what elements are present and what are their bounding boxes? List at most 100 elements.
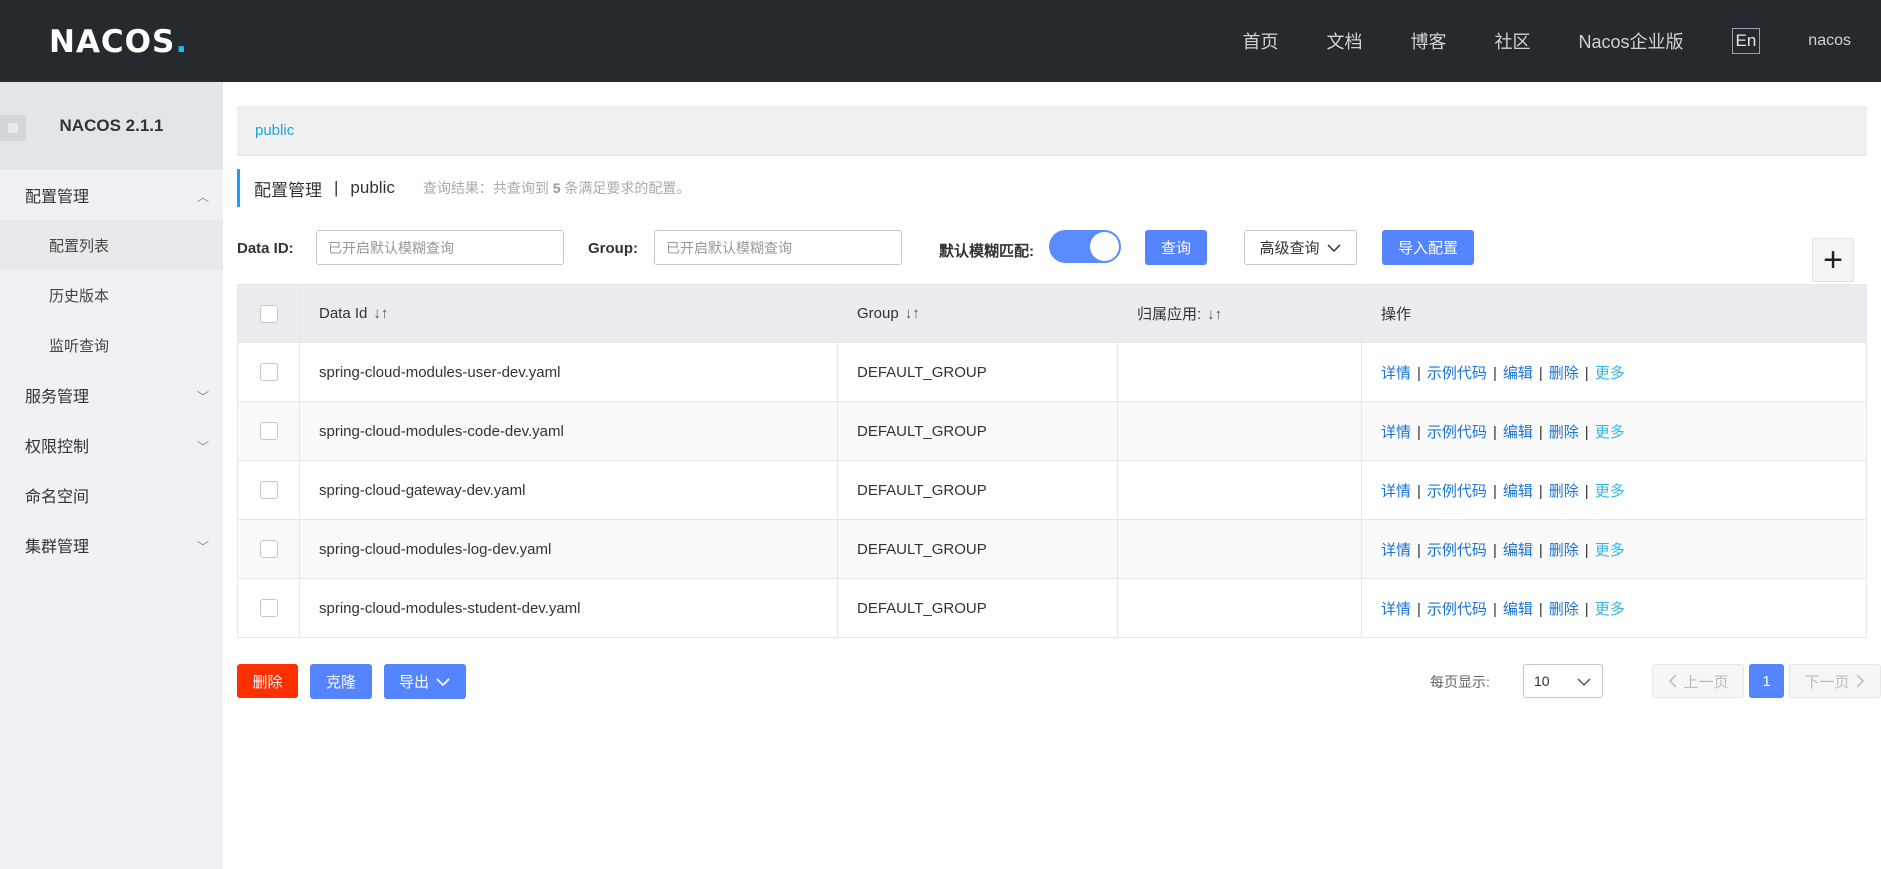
sample-code-link[interactable]: 示例代码 (1427, 601, 1487, 618)
column-header-group[interactable]: Group ↓↑ (837, 284, 1118, 343)
delete-link[interactable]: 删除 (1549, 365, 1579, 382)
dataid-search-input[interactable]: 已开启默认模糊查询 (316, 230, 564, 265)
sidebar-group-service[interactable]: 服务管理 ﹀ (0, 370, 223, 420)
sort-icon[interactable]: ↓↑ (905, 305, 920, 322)
row-checkbox[interactable] (259, 481, 278, 500)
delete-link[interactable]: 删除 (1549, 601, 1579, 618)
edit-link[interactable]: 编辑 (1503, 424, 1533, 441)
column-header-dataid[interactable]: Data Id ↓↑ (299, 284, 838, 343)
nav-blog[interactable]: 博客 (1410, 28, 1446, 54)
more-link[interactable]: 更多 (1595, 542, 1625, 559)
detail-link[interactable]: 详情 (1381, 601, 1411, 618)
group-search-input[interactable]: 已开启默认模糊查询 (654, 230, 902, 265)
search-button[interactable]: 查询 (1145, 230, 1207, 265)
sidebar-group-cluster[interactable]: 集群管理 ﹀ (0, 520, 223, 570)
advanced-query-label: 高级查询 (1259, 240, 1320, 257)
row-checkbox[interactable] (259, 363, 278, 382)
column-header-app[interactable]: 归属应用: ↓↑ (1117, 284, 1362, 343)
detail-link[interactable]: 详情 (1381, 483, 1411, 500)
column-header-ops: 操作 (1361, 284, 1867, 343)
delete-link[interactable]: 删除 (1549, 424, 1579, 441)
sidebar-item-listener[interactable]: 监听查询 (0, 320, 223, 370)
sample-code-link[interactable]: 示例代码 (1427, 542, 1487, 559)
export-button[interactable]: 导出 (384, 664, 466, 699)
user-name[interactable]: nacos (1808, 32, 1851, 50)
result-prefix: 查询结果：共查询到 (422, 180, 549, 196)
cell-ops: 详情 | 示例代码 | 编辑 | 删除 | 更多 (1361, 342, 1867, 402)
namespace-bar: public (237, 106, 1867, 156)
sidebar-group-auth[interactable]: 权限控制 ﹀ (0, 420, 223, 470)
detail-link[interactable]: 详情 (1381, 365, 1411, 382)
group-label: Group: (588, 240, 638, 257)
sample-code-link[interactable]: 示例代码 (1427, 483, 1487, 500)
nav-docs[interactable]: 文档 (1326, 28, 1362, 54)
chevron-up-icon: ︿ (196, 190, 209, 204)
chevron-down-icon (1577, 678, 1591, 687)
ops-separator: | (1417, 482, 1421, 500)
cell-dataid: spring-cloud-modules-student-dev.yaml (299, 578, 838, 638)
detail-link[interactable]: 详情 (1381, 542, 1411, 559)
more-link[interactable]: 更多 (1595, 365, 1625, 382)
bottom-actions: 删除 克隆 导出 每页显示: 10 上一页 1 下一页 (237, 664, 1881, 699)
row-checkbox[interactable] (259, 422, 278, 441)
edit-link[interactable]: 编辑 (1503, 483, 1533, 500)
sidebar-group-config[interactable]: 配置管理 ︿ (0, 170, 223, 220)
table-row: spring-cloud-modules-log-dev.yaml DEFAULT… (237, 519, 1867, 579)
edit-link[interactable]: 编辑 (1503, 542, 1533, 559)
advanced-query-button[interactable]: 高级查询 (1244, 230, 1357, 265)
page-heading: 配置管理 | public 查询结果：共查询到 5 条满足要求的配置。 (237, 169, 690, 207)
select-all-checkbox[interactable] (259, 304, 278, 323)
next-page-label: 下一页 (1804, 673, 1850, 691)
edit-link[interactable]: 编辑 (1503, 365, 1533, 382)
next-page-button[interactable]: 下一页 (1789, 664, 1881, 698)
ops-separator: | (1538, 423, 1543, 441)
nav-community[interactable]: 社区 (1494, 28, 1530, 54)
sort-icon[interactable]: ↓↑ (373, 305, 388, 322)
delete-link[interactable]: 删除 (1549, 483, 1579, 500)
column-label: Group (857, 305, 899, 322)
row-select-cell (237, 460, 300, 520)
result-suffix: 条满足要求的配置。 (564, 180, 691, 196)
sample-code-link[interactable]: 示例代码 (1427, 365, 1487, 382)
more-link[interactable]: 更多 (1595, 483, 1625, 500)
cell-dataid: spring-cloud-modules-log-dev.yaml (299, 519, 838, 579)
import-config-button[interactable]: 导入配置 (1382, 230, 1474, 265)
ops-separator: | (1584, 423, 1589, 441)
query-result-text: 查询结果：共查询到 5 条满足要求的配置。 (423, 178, 691, 198)
more-link[interactable]: 更多 (1595, 601, 1625, 618)
delete-link[interactable]: 删除 (1549, 542, 1579, 559)
fuzzy-match-label: 默认模糊匹配: (939, 243, 1034, 260)
page-1-button[interactable]: 1 (1749, 664, 1784, 698)
sample-code-link[interactable]: 示例代码 (1427, 424, 1487, 441)
main-content: public 配置管理 | public 查询结果：共查询到 5 条满足要求的配… (223, 82, 1881, 869)
cell-ops: 详情 | 示例代码 | 编辑 | 删除 | 更多 (1361, 519, 1867, 579)
sort-icon[interactable]: ↓↑ (1207, 306, 1222, 323)
clone-button[interactable]: 克隆 (310, 664, 372, 699)
nav-enterprise[interactable]: Nacos企业版 (1578, 28, 1683, 54)
row-select-cell (237, 519, 300, 579)
detail-link[interactable]: 详情 (1381, 424, 1411, 441)
batch-delete-button[interactable]: 删除 (237, 664, 298, 698)
nav-home[interactable]: 首页 (1242, 28, 1278, 54)
more-link[interactable]: 更多 (1595, 424, 1625, 441)
add-config-button[interactable]: + (1812, 238, 1854, 282)
sidebar-item-namespace[interactable]: 命名空间 (0, 470, 223, 520)
pagesize-select[interactable]: 10 (1523, 664, 1603, 698)
cell-group: DEFAULT_GROUP (837, 578, 1118, 638)
row-checkbox[interactable] (259, 599, 278, 618)
nacos-logo[interactable]: NACOS. (49, 24, 188, 60)
row-checkbox[interactable] (259, 540, 278, 559)
prev-page-button[interactable]: 上一页 (1652, 664, 1744, 698)
ops-separator: | (1417, 541, 1421, 559)
dataid-label: Data ID: (237, 240, 294, 257)
namespace-link[interactable]: public (255, 122, 294, 139)
edit-link[interactable]: 编辑 (1503, 601, 1533, 618)
sidebar-group-label: 权限控制 (25, 439, 90, 456)
language-toggle-button[interactable]: En (1731, 28, 1761, 54)
sidebar-item-config-list[interactable]: 配置列表 (0, 220, 223, 270)
sidebar-item-history[interactable]: 历史版本 (0, 270, 223, 320)
fuzzy-match-toggle[interactable] (1049, 230, 1121, 263)
chevron-left-icon (1669, 674, 1678, 688)
cell-dataid: spring-cloud-modules-user-dev.yaml (299, 342, 838, 402)
sidebar-collapse-icon[interactable] (0, 115, 26, 141)
